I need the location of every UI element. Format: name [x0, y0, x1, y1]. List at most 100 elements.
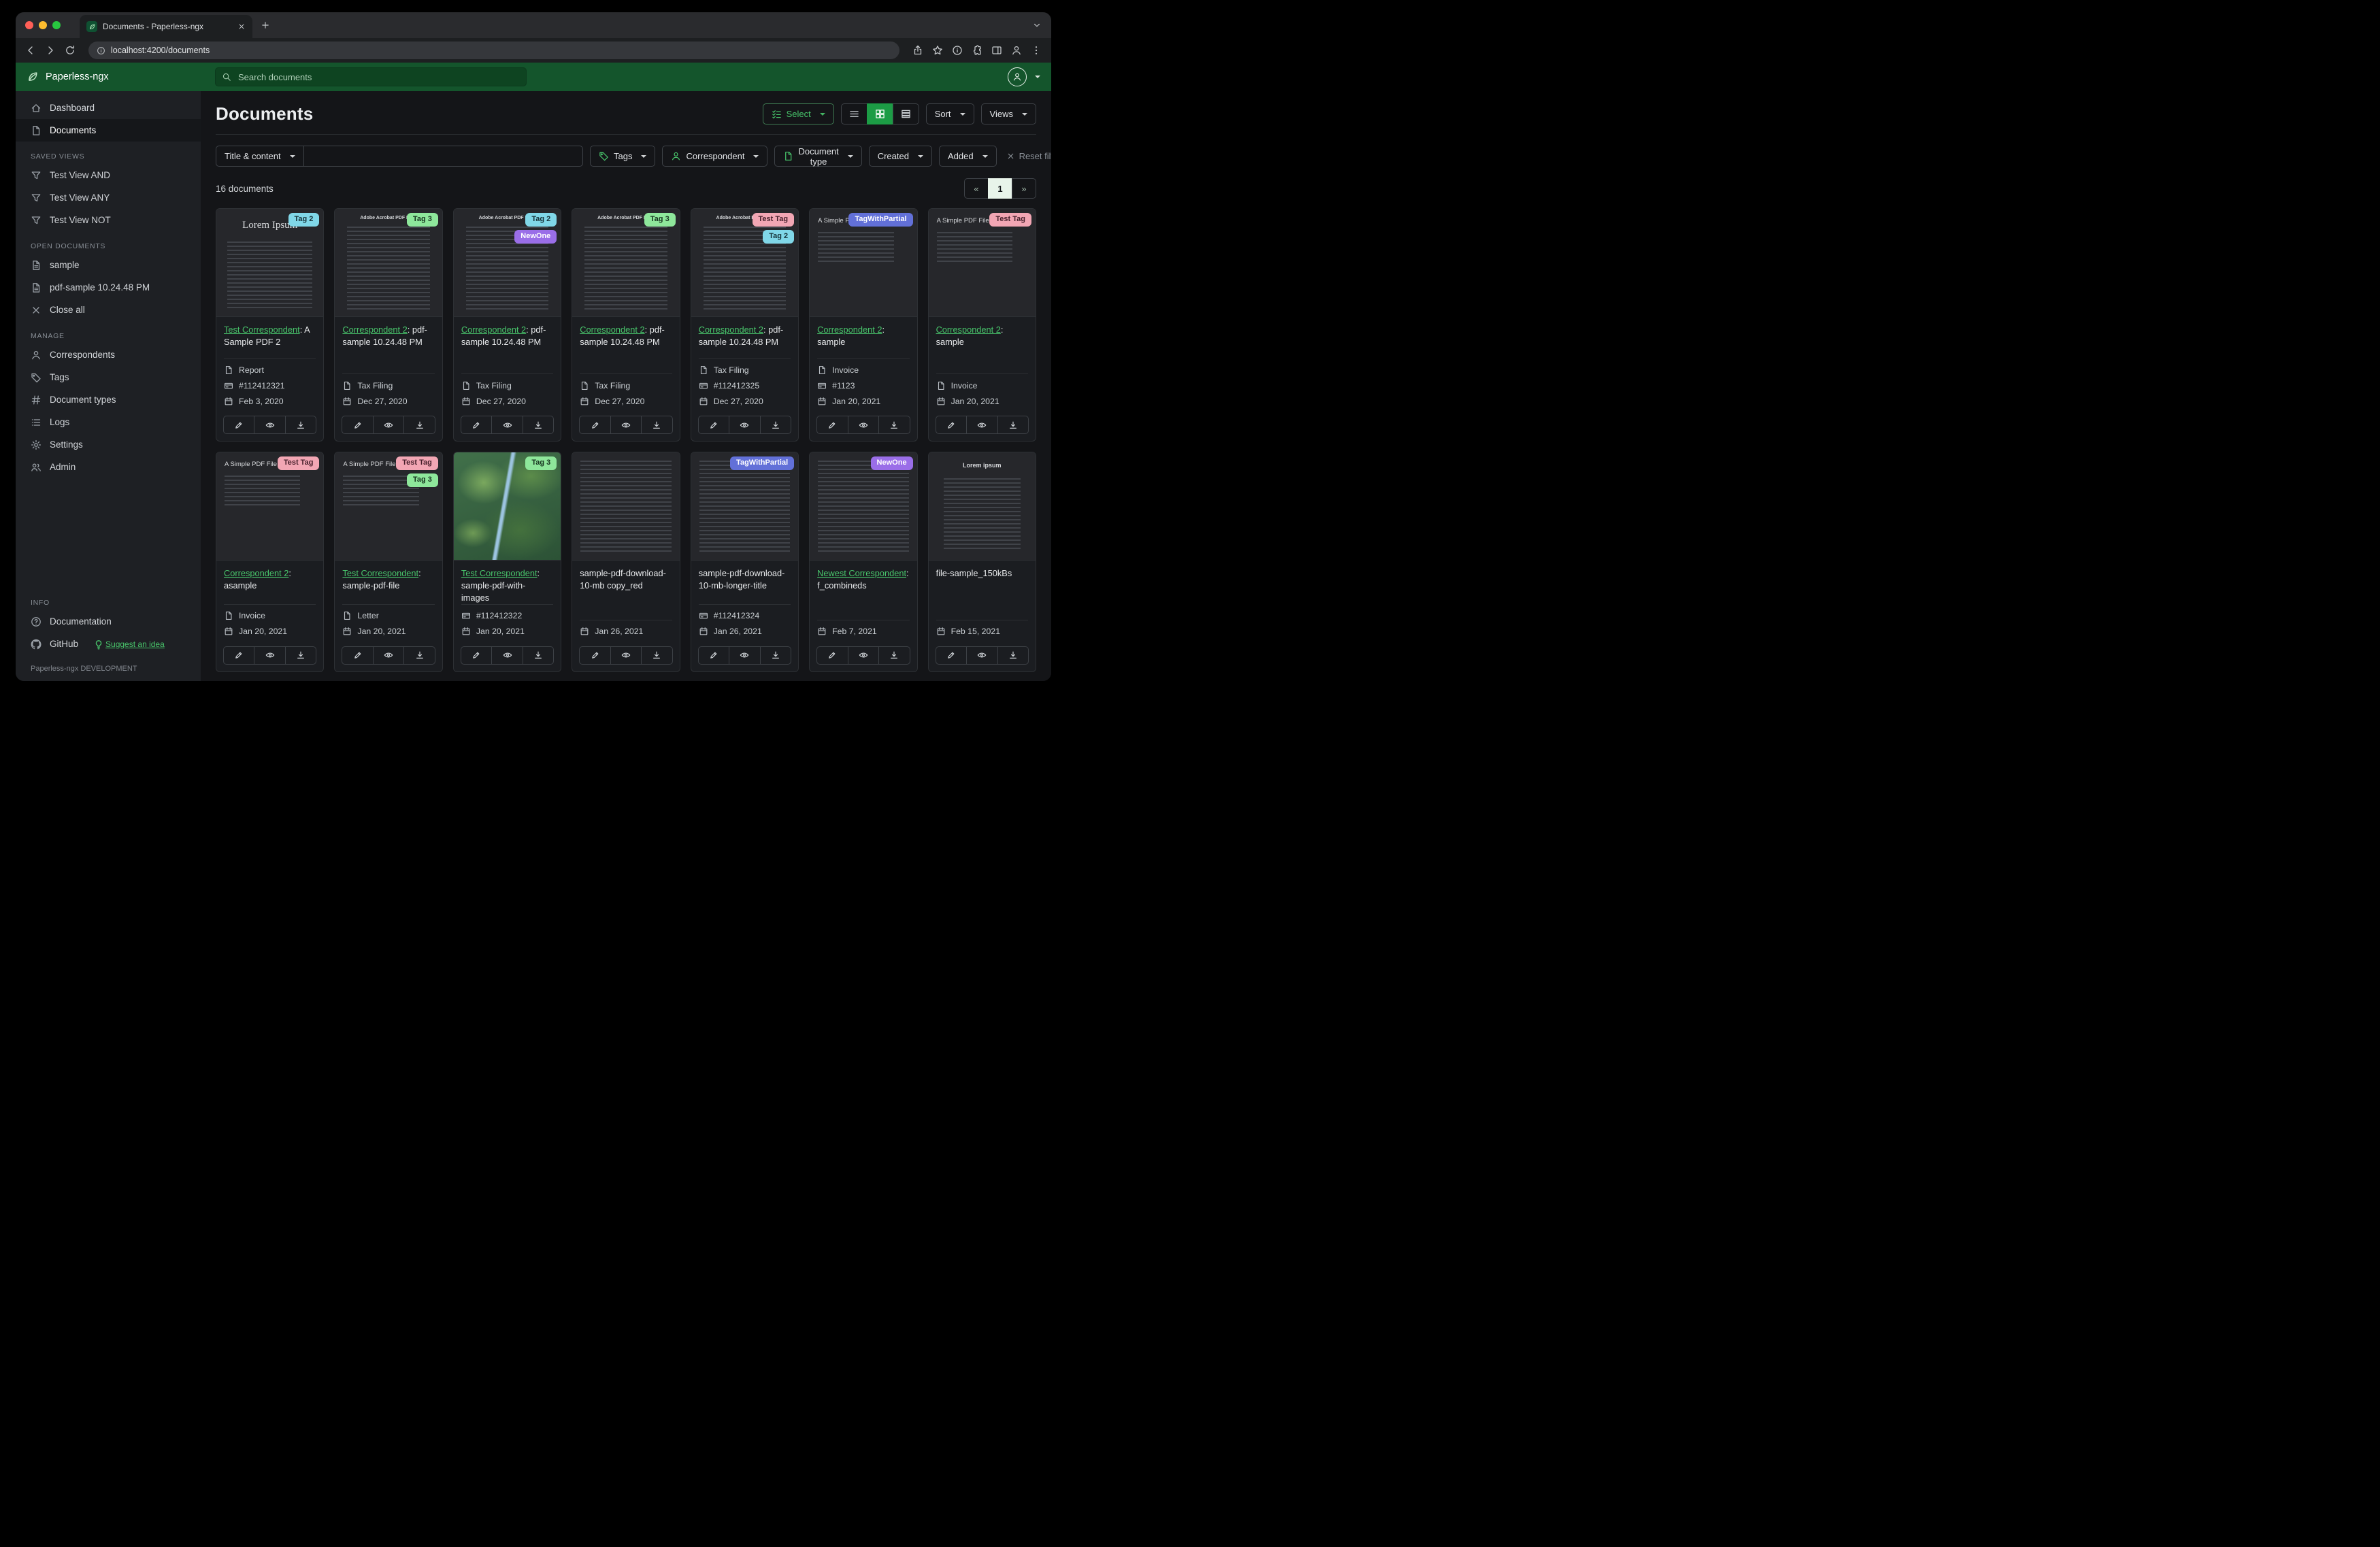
document-card[interactable]: Lorem Ipsum Tag 2 Test Correspondent: A Sa…: [216, 208, 325, 442]
download-button[interactable]: [759, 416, 792, 434]
browser-tab[interactable]: Documents - Paperless-ngx: [80, 15, 252, 38]
view-button[interactable]: [491, 416, 523, 434]
search-input[interactable]: [237, 71, 520, 83]
document-card[interactable]: Adobe Acrobat PDF Files Tag 3 Corresponden…: [572, 208, 680, 442]
sidebar-item-dashboard[interactable]: Dashboard: [16, 97, 201, 119]
document-thumbnail[interactable]: A Simple PDF File Test Tag Tag 3: [335, 452, 442, 561]
sidebar-item-tags[interactable]: Tags: [16, 366, 201, 388]
edit-button[interactable]: [460, 416, 493, 434]
download-button[interactable]: [403, 416, 435, 434]
tag-badge[interactable]: Tag 2: [525, 213, 557, 227]
sidebar-item-test-view-any[interactable]: Test View ANY: [16, 186, 201, 209]
edit-button[interactable]: [935, 416, 968, 434]
document-thumbnail[interactable]: [572, 452, 680, 561]
sidebar-item-test-view-and[interactable]: Test View AND: [16, 164, 201, 186]
edit-button[interactable]: [223, 416, 255, 434]
tag-badge[interactable]: Test Tag: [277, 456, 320, 470]
sidebar-item-test-view-not[interactable]: Test View NOT: [16, 209, 201, 231]
tag-badge[interactable]: Tag 3: [525, 456, 557, 470]
download-button[interactable]: [641, 646, 673, 665]
sidebar-item-documents[interactable]: Documents: [16, 119, 201, 142]
document-thumbnail[interactable]: A Simple PDF File TagWithPartial: [810, 209, 917, 317]
document-thumbnail[interactable]: Lorem ipsum: [928, 452, 1036, 561]
sidebar-item-correspondents[interactable]: Correspondents: [16, 344, 201, 366]
document-card[interactable]: sample-pdf-download-10-mb copy_red Jan 26…: [572, 452, 680, 672]
document-thumbnail[interactable]: Adobe Acrobat PDF Files Tag 3: [335, 209, 442, 317]
view-button[interactable]: [729, 416, 761, 434]
tag-badge[interactable]: Tag 3: [406, 473, 438, 487]
sidebar-item-document-types[interactable]: Document types: [16, 388, 201, 411]
download-button[interactable]: [641, 416, 673, 434]
view-button[interactable]: [610, 416, 642, 434]
tag-badge[interactable]: Tag 3: [406, 213, 438, 227]
view-list-button[interactable]: [840, 103, 867, 124]
view-button[interactable]: [254, 646, 286, 665]
global-search[interactable]: [215, 67, 527, 86]
document-thumbnail[interactable]: Adobe Acrobat PDF Files Test Tag Tag 2: [691, 209, 799, 317]
edit-button[interactable]: [579, 416, 611, 434]
extensions-icon[interactable]: [972, 45, 982, 56]
document-title[interactable]: file-sample_150kBs: [936, 568, 1012, 578]
document-type-filter-button[interactable]: Document type: [774, 146, 862, 167]
download-button[interactable]: [522, 416, 555, 434]
document-card[interactable]: NewOne Newest Correspondent: f_combineds F…: [809, 452, 918, 672]
tag-badge[interactable]: Test Tag: [752, 213, 795, 227]
document-thumbnail[interactable]: Lorem Ipsum Tag 2: [216, 209, 324, 317]
browser-profile-icon[interactable]: [1011, 45, 1022, 56]
sidebar-item-sample[interactable]: sample: [16, 254, 201, 276]
correspondent-link[interactable]: Test Correspondent: [224, 325, 300, 335]
view-button[interactable]: [372, 416, 405, 434]
sidebar-item-admin[interactable]: Admin: [16, 456, 201, 478]
document-thumbnail[interactable]: Tag 3: [453, 452, 561, 561]
browser-info-icon[interactable]: [952, 45, 963, 56]
user-menu[interactable]: [1008, 67, 1040, 86]
document-thumbnail[interactable]: NewOne: [810, 452, 917, 561]
download-button[interactable]: [403, 646, 435, 665]
edit-button[interactable]: [342, 416, 374, 434]
tab-close-icon[interactable]: [237, 22, 246, 31]
document-card[interactable]: A Simple PDF File TagWithPartial Correspon…: [809, 208, 918, 442]
edit-button[interactable]: [697, 646, 730, 665]
tab-search-chevron-icon[interactable]: [1032, 20, 1042, 30]
sidebar-item-pdf-sample-10-24-48-pm[interactable]: pdf-sample 10.24.48 PM: [16, 276, 201, 299]
bookmark-star-icon[interactable]: [932, 45, 943, 56]
correspondent-link[interactable]: Correspondent 2: [461, 325, 526, 335]
sidebar-item-close-all[interactable]: Close all: [16, 299, 201, 321]
sidebar-item-settings[interactable]: Settings: [16, 433, 201, 456]
tag-badge[interactable]: TagWithPartial: [730, 456, 795, 470]
document-card[interactable]: A Simple PDF File Test Tag Correspondent 2…: [216, 452, 325, 672]
url-bar[interactable]: localhost:4200/documents: [88, 41, 899, 59]
document-card[interactable]: Tag 3 Test Correspondent: sample-pdf-with…: [452, 452, 562, 672]
correspondent-link[interactable]: Correspondent 2: [224, 568, 288, 578]
document-title[interactable]: sample-pdf-download-10-mb-longer-title: [699, 568, 785, 590]
document-thumbnail[interactable]: Adobe Acrobat PDF Files Tag 2 NewOne: [453, 209, 561, 317]
edit-button[interactable]: [223, 646, 255, 665]
close-window-button[interactable]: [25, 21, 33, 29]
document-card[interactable]: Adobe Acrobat PDF Files Test Tag Tag 2 Corr…: [690, 208, 799, 442]
correspondent-link[interactable]: Correspondent 2: [342, 325, 407, 335]
correspondent-link[interactable]: Correspondent 2: [699, 325, 763, 335]
sidebar-item-logs[interactable]: Logs: [16, 411, 201, 433]
tag-badge[interactable]: NewOne: [514, 229, 557, 244]
document-card[interactable]: A Simple PDF File Test Tag Tag 3 Test Corre…: [334, 452, 443, 672]
reset-filters-button[interactable]: Reset filters: [1006, 151, 1051, 161]
correspondent-link[interactable]: Correspondent 2: [580, 325, 644, 335]
edit-button[interactable]: [697, 416, 730, 434]
added-filter-button[interactable]: Added: [938, 146, 997, 167]
document-thumbnail[interactable]: TagWithPartial: [691, 452, 799, 561]
reload-button[interactable]: [65, 45, 76, 56]
edit-button[interactable]: [816, 646, 848, 665]
correspondent-link[interactable]: Newest Correspondent: [817, 568, 906, 578]
download-button[interactable]: [284, 416, 317, 434]
download-button[interactable]: [522, 646, 555, 665]
views-button[interactable]: Views: [980, 103, 1036, 124]
edit-button[interactable]: [935, 646, 968, 665]
correspondent-filter-button[interactable]: Correspondent: [662, 146, 768, 167]
created-filter-button[interactable]: Created: [868, 146, 932, 167]
view-button[interactable]: [966, 646, 998, 665]
correspondent-link[interactable]: Correspondent 2: [936, 325, 1001, 335]
suggest-idea-link[interactable]: Suggest an idea: [93, 639, 165, 650]
tag-badge[interactable]: Test Tag: [396, 456, 438, 470]
correspondent-link[interactable]: Test Correspondent: [342, 568, 418, 578]
document-card[interactable]: TagWithPartial sample-pdf-download-10-mb-…: [690, 452, 799, 672]
